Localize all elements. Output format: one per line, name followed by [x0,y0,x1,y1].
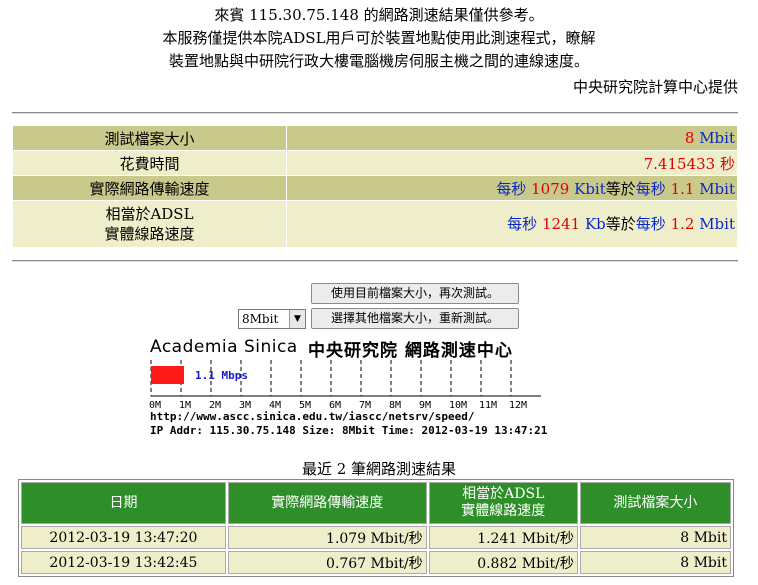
result-date: 2012-03-19 13:47:20 [21,526,226,549]
tick-label: 5M [299,400,311,410]
speed-meter-graphic: 1.1 Mbps 0M 1M 2M 3M 4M 5M 6M 7M 8M 9M 10M 11M 12M [149,360,541,410]
result-file-size: 8 Mbit [579,526,731,549]
tick-label: 0M [149,400,161,410]
time-value: 7.415433 秒 [286,150,738,176]
col-date-header: 日期 [21,482,226,524]
col-file-size-header: 測試檔案大小 [579,482,731,524]
retest-same-size-button[interactable]: 使用目前檔案大小，再次測試。 [311,283,519,304]
tick-label: 4M [269,400,281,410]
results-title: 最近 2 筆網路測速結果 [301,460,457,478]
speed-bar-label: 1.1 Mbps [195,369,248,382]
file-size-select-value: 8Mbit [242,312,279,326]
tick-label: 3M [239,400,251,410]
tick-label: 10M [449,400,467,410]
retest-other-size-button[interactable]: 選擇其他檔案大小，重新測試。 [311,308,519,329]
col-adsl-speed-header: 相當於ADSL 實體線路速度 [428,482,578,524]
result-adsl-speed: 1.241 Mbit/秒 [428,526,578,549]
summary-row-file-size: 測試檔案大小 8 Mbit [12,125,738,151]
tick-label: 2M [209,400,221,410]
tick-label: 12M [509,400,527,410]
result-adsl-speed: 0.882 Mbit/秒 [428,551,578,574]
result-actual-speed: 1.079 Mbit/秒 [227,526,427,549]
speed-ip-info: IP Addr: 115.30.75.148 Size: 8Mbit Time:… [150,424,548,437]
speed-bar [151,366,184,384]
results-header-row: 日期 實際網路傳輸速度 相當於ADSL 實體線路速度 測試檔案大小 [21,482,731,524]
chevron-down-icon[interactable]: ▼ [289,310,305,328]
col-actual-speed-header: 實際網路傳輸速度 [227,482,427,524]
summary-row-time: 花費時間 7.415433 秒 [12,150,738,176]
results-table: 日期 實際網路傳輸速度 相當於ADSL 實體線路速度 測試檔案大小 2012-0… [18,479,734,577]
summary-row-actual-speed: 實際網路傳輸速度 每秒 1079 Kbit等於每秒 1.1 Mbit [12,175,738,201]
divider-top [12,112,738,114]
tick-label: 6M [329,400,341,410]
intro-line-2: 本服務僅提供本院ADSL用戶可於裝置地點使用此測速程式，瞭解 [162,29,596,47]
file-size-label: 測試檔案大小 [12,125,287,151]
provider-credit: 中央研究院計算中心提供 [572,78,738,96]
result-file-size: 8 Mbit [579,551,731,574]
tick-label: 11M [479,400,497,410]
result-actual-speed: 0.767 Mbit/秒 [227,551,427,574]
speed-url: http://www.ascc.sinica.edu.tw/iascc/nets… [150,410,475,423]
adsl-speed-value: 每秒 1241 Kb等於每秒 1.2 Mbit [286,200,738,248]
summary-row-adsl-speed: 相當於ADSL 實體線路速度 每秒 1241 Kb等於每秒 1.2 Mbit [12,200,738,248]
tick-label: 7M [359,400,371,410]
file-size-select[interactable]: 8Mbit ▼ [238,309,306,329]
result-date: 2012-03-19 13:42:45 [21,551,226,574]
time-label: 花費時間 [12,150,287,176]
actual-speed-label: 實際網路傳輸速度 [12,175,287,201]
summary-table: 測試檔案大小 8 Mbit 花費時間 7.415433 秒 實際網路傳輸速度 每… [12,125,738,248]
intro-line-1: 來賓 115.30.75.148 的網路測速結果僅供參考。 [214,6,544,24]
tick-label: 1M [179,400,191,410]
academia-sinica-logo: Academia Sinica [150,337,298,357]
table-row: 2012-03-19 13:47:20 1.079 Mbit/秒 1.241 M… [21,526,731,549]
divider-bottom [12,260,738,262]
actual-speed-value: 每秒 1079 Kbit等於每秒 1.1 Mbit [286,175,738,201]
tick-label: 8M [389,400,401,410]
file-size-value: 8 Mbit [286,125,738,151]
intro-line-3: 裝置地點與中研院行政大樓電腦機房伺服主機之間的連線速度。 [168,52,589,70]
tick-label: 9M [419,400,431,410]
adsl-speed-label: 相當於ADSL 實體線路速度 [12,200,287,248]
table-row: 2012-03-19 13:42:45 0.767 Mbit/秒 0.882 M… [21,551,731,574]
